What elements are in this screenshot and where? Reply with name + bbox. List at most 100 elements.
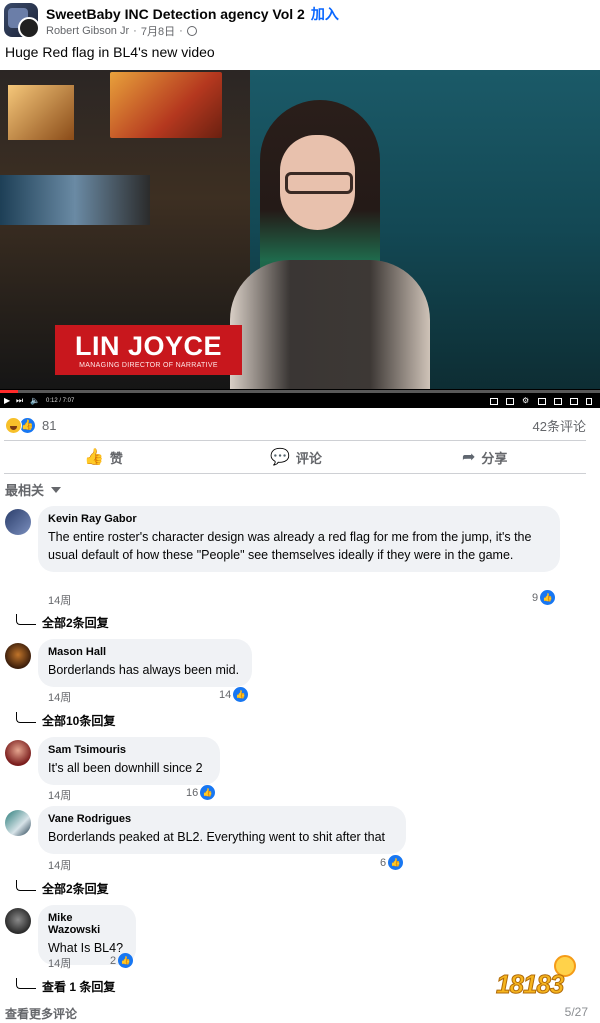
comment-bubble: Vane Rodrigues Borderlands peaked at BL2… <box>38 806 406 854</box>
comment-text: It's all been downhill since 2 <box>48 761 203 775</box>
thumbs-up-icon: 👍 <box>233 687 249 702</box>
comment-text: The entire roster's character design was… <box>48 530 532 562</box>
view-replies-link[interactable]: 全部2条回复 <box>16 880 109 897</box>
thumbs-up-icon: 👍 <box>540 590 556 605</box>
thumbs-up-icon: 👍 <box>118 953 134 968</box>
like-count-value: 6 <box>380 856 387 869</box>
commenter-avatar[interactable] <box>5 810 31 836</box>
comment-bubble: Kevin Ray Gabor The entire roster's char… <box>38 506 560 572</box>
page-counter: 5/27 <box>564 1005 588 1019</box>
settings-gear-icon[interactable]: ⚙ <box>522 396 529 406</box>
theater-mode-icon[interactable] <box>554 398 562 405</box>
comment-time[interactable]: 14周 <box>48 955 71 971</box>
commenter-name[interactable]: Mike Wazowski <box>48 912 126 936</box>
like-count-value: 2 <box>110 954 117 967</box>
divider <box>4 440 586 441</box>
comment-time[interactable]: 14周 <box>48 689 71 705</box>
join-group-link[interactable]: 加入 <box>311 6 339 22</box>
watermark-text: 18183 <box>495 969 564 1000</box>
commenter-avatar[interactable] <box>5 740 31 766</box>
comment-text: Borderlands peaked at BL2. Everything we… <box>48 830 386 844</box>
group-name[interactable]: SweetBaby INC Detection agency Vol 2 加入 <box>46 4 339 24</box>
post-date[interactable]: 7月8日 <box>141 23 175 39</box>
like-count-value: 14 <box>219 688 232 701</box>
thumbs-up-icon: 👍 <box>200 785 216 800</box>
site-watermark-logo: 18183 <box>492 955 588 1003</box>
commenter-name[interactable]: Vane Rodrigues <box>48 813 396 825</box>
comment-like-count[interactable]: 16 👍 <box>186 785 216 800</box>
reply-hook-icon <box>16 712 36 723</box>
like-count-value: 16 <box>186 786 199 799</box>
replies-label: 全部10条回复 <box>42 714 116 728</box>
speaker-name: LIN JOYCE <box>74 331 223 361</box>
comment-like-count[interactable]: 6 👍 <box>380 855 404 870</box>
reply-hook-icon <box>16 614 36 625</box>
view-replies-link[interactable]: 全部2条回复 <box>16 614 109 631</box>
commenter-name[interactable]: Mason Hall <box>48 646 242 658</box>
reaction-count: 81 <box>42 417 57 433</box>
like-button[interactable]: 👍 赞 <box>84 447 123 467</box>
share-label: 分享 <box>481 450 508 466</box>
share-arrow-icon: ➦ <box>462 449 476 466</box>
group-name-text[interactable]: SweetBaby INC Detection agency Vol 2 <box>46 6 305 22</box>
caret-down-icon <box>51 486 62 493</box>
thumbs-up-icon: 👍 <box>84 449 104 466</box>
share-button[interactable]: ➦ 分享 <box>462 447 507 467</box>
cast-icon[interactable] <box>586 398 592 405</box>
comment-bubble: Mason Hall Borderlands has always been m… <box>38 639 252 687</box>
divider <box>4 473 586 474</box>
author-name[interactable]: Robert Gibson Jr <box>46 25 129 37</box>
post-text: Huge Red flag in BL4's new video <box>5 44 215 60</box>
reactions-summary[interactable]: 👍 81 <box>5 416 56 434</box>
subtitles-icon[interactable] <box>506 398 514 405</box>
commenter-name[interactable]: Sam Tsimouris <box>48 744 210 756</box>
post-header: SweetBaby INC Detection agency Vol 2 加入 R… <box>0 0 600 70</box>
video-player[interactable]: LIN JOYCE MANAGING DIRECTOR OF NARRATIVE… <box>0 70 600 408</box>
view-more-comments-link[interactable]: 查看更多评论 <box>5 1005 77 1022</box>
haha-reaction-icon <box>5 416 22 434</box>
view-replies-link[interactable]: 查看 1 条回复 <box>16 978 115 995</box>
comment-like-count[interactable]: 2 👍 <box>110 953 134 968</box>
comment-time[interactable]: 14周 <box>48 592 71 608</box>
video-speaker <box>225 100 440 395</box>
video-progress-bar[interactable] <box>0 390 600 393</box>
comment-count[interactable]: 42条评论 <box>533 416 586 435</box>
comment-label: 评论 <box>295 450 322 466</box>
globe-icon <box>186 26 197 36</box>
comment-like-count[interactable]: 9 👍 <box>532 590 556 605</box>
comment-time[interactable]: 14周 <box>48 787 71 803</box>
reply-hook-icon <box>16 880 36 891</box>
speech-bubble-icon: 💬 <box>270 449 290 466</box>
comment-text: Borderlands has always been mid. <box>48 663 240 677</box>
like-label: 赞 <box>109 450 123 466</box>
sort-label: 最相关 <box>5 483 45 498</box>
autoplay-icon[interactable] <box>490 398 498 405</box>
speaker-title: MANAGING DIRECTOR OF NARRATIVE <box>79 362 218 369</box>
commenter-name[interactable]: Kevin Ray Gabor <box>48 513 550 525</box>
commenter-avatar[interactable] <box>5 509 31 535</box>
author-avatar[interactable] <box>18 17 40 39</box>
comment-bubble: Sam Tsimouris It's all been downhill sin… <box>38 737 220 785</box>
volume-icon[interactable]: 🔈 <box>30 396 40 406</box>
lower-third-name-plate: LIN JOYCE MANAGING DIRECTOR OF NARRATIVE <box>55 325 242 375</box>
like-count-value: 9 <box>532 591 539 604</box>
video-progress-fill <box>0 390 18 393</box>
reply-hook-icon <box>16 978 36 989</box>
commenter-avatar[interactable] <box>5 908 31 934</box>
replies-label: 全部2条回复 <box>42 882 109 896</box>
comment-sort-dropdown[interactable]: 最相关 <box>5 480 62 499</box>
replies-label: 全部2条回复 <box>42 616 109 630</box>
replies-label: 查看 1 条回复 <box>42 980 116 994</box>
comment-button[interactable]: 💬 评论 <box>270 447 322 467</box>
post-meta: Robert Gibson Jr · 7月8日 · <box>46 23 197 39</box>
comment-like-count[interactable]: 14 👍 <box>219 687 249 702</box>
play-icon[interactable]: ▶ <box>4 396 10 406</box>
miniplayer-icon[interactable] <box>538 398 546 405</box>
comment-time[interactable]: 14周 <box>48 857 71 873</box>
thumbs-up-icon: 👍 <box>388 855 404 870</box>
video-time: 0:12 / 7:07 <box>46 398 75 404</box>
commenter-avatar[interactable] <box>5 643 31 669</box>
view-replies-link[interactable]: 全部10条回复 <box>16 712 115 729</box>
fullscreen-icon[interactable] <box>570 398 578 405</box>
next-icon[interactable]: ⏭ <box>16 396 23 406</box>
